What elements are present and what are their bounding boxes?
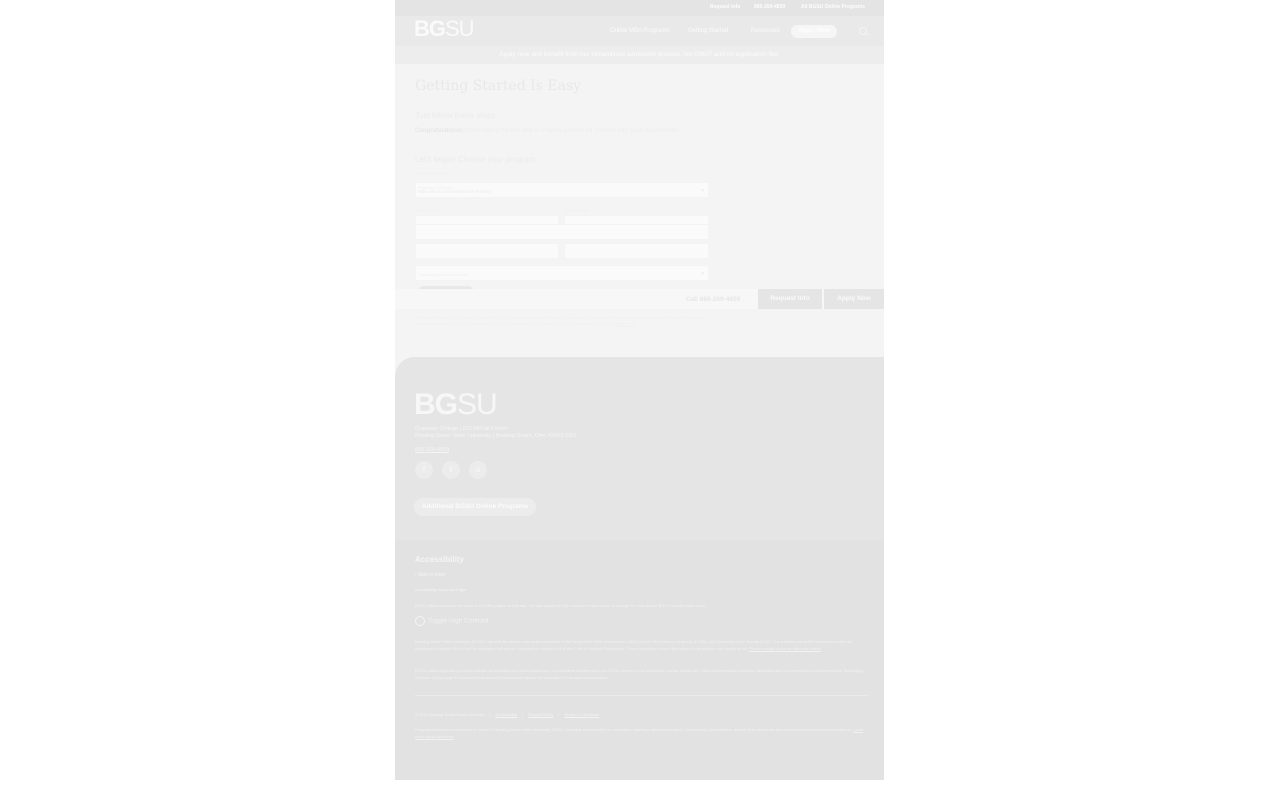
chevron-down-icon: ▾ (701, 271, 704, 277)
utility-phone-link[interactable]: 866-269-4859 (754, 4, 785, 10)
nav-item-online-mba[interactable]: Online MBA Programs (610, 28, 669, 34)
zip-field[interactable] (564, 243, 709, 259)
intro-body: You're taking the first step in shaping … (463, 128, 681, 134)
skip-to-main-link[interactable]: › Skip to main (415, 572, 446, 578)
footer-bgsu-logo[interactable]: BGSU (414, 388, 498, 421)
accessibility-summary: Accessibility Summary Page: (415, 587, 467, 592)
footer-logo-bold: BG (414, 388, 458, 421)
logo-thin-text: SU (445, 16, 475, 41)
additional-programs-button[interactable]: Additional BGSU Online Programs (414, 498, 536, 516)
page-frame: Request Info 866-269-4859 All BGSU Onlin… (395, 0, 884, 780)
notice-text: Program information is provided on behal… (415, 727, 852, 732)
required-note: All fields required (415, 171, 450, 176)
copyright: © 2022 Bowling Green State University (415, 712, 485, 717)
steps-subheading: Just follow these steps. (415, 111, 498, 120)
choose-program-heading: Let's begin! Choose your program: (415, 155, 538, 164)
nav-item-resources[interactable]: Resources (751, 28, 780, 34)
nav-item-getting-started[interactable]: Getting Started (688, 28, 728, 34)
search-icon[interactable] (859, 27, 867, 35)
facebook-icon[interactable]: f (415, 461, 433, 479)
site-footer: BGSU Graduate College | 220 McFall Cente… (395, 357, 884, 780)
chevron-down-icon: ▾ (701, 188, 704, 194)
consent-disclaimer: By submitting this form, I am providing … (415, 316, 707, 327)
utility-all-programs-link[interactable]: All BGSU Online Programs (801, 4, 865, 10)
legal-links-row: © 2022 Bowling Green State University | Ac… (415, 712, 599, 717)
terms-link[interactable]: Terms & Conditions (564, 712, 599, 717)
instagram-icon[interactable]: o (469, 461, 487, 479)
footer-logo-thin: SU (457, 388, 498, 421)
sticky-apply-now-button[interactable]: Apply Now (824, 289, 884, 309)
logo-bold-text: BG (414, 16, 446, 41)
apply-now-nav-button[interactable]: Apply Now (791, 25, 837, 38)
alternate-format-link[interactable]: Please contact us for an alternate forma… (749, 646, 821, 651)
footer-divider (415, 695, 869, 696)
skip-label: Skip to main (418, 572, 446, 578)
utility-request-info-link[interactable]: Request Info (710, 4, 740, 10)
hear-about-label: How did you hear about us?* (418, 272, 470, 277)
twitter-icon[interactable]: t (442, 461, 460, 479)
sticky-request-info-button[interactable]: Request Info (758, 289, 822, 309)
privacy-policy-link[interactable]: Privacy Policy (612, 322, 634, 326)
accessibility-paragraph-3: BGSU values input and provides website a… (415, 668, 864, 680)
privacy-policy-footer-link[interactable]: Privacy Policy (528, 712, 553, 717)
accessibility-heading: Accessibility (415, 555, 464, 564)
accessibility-link[interactable]: Accessibility (495, 712, 517, 717)
bgsu-logo[interactable]: BGSU (414, 16, 475, 41)
footer-address: Graduate College | 220 McFall Center Bow… (415, 426, 577, 439)
intro-text: Congratulations! You're taking the first… (415, 126, 685, 136)
sticky-call-link[interactable]: Call 866-269-4859 (686, 296, 740, 303)
contrast-icon (415, 616, 425, 626)
promo-banner: Apply now and benefit from our streamlin… (395, 46, 884, 64)
contrast-label: Toggle High Contrast (428, 617, 489, 625)
high-contrast-toggle[interactable]: Toggle High Contrast (415, 616, 489, 626)
accessibility-paragraph-2: Bowling Green State University (BGSU) ha… (415, 638, 869, 652)
phone-field[interactable] (415, 243, 559, 259)
intro-bold: Congratulations! (415, 128, 463, 134)
program-value: MBA with a Concentration in Finance (418, 189, 492, 194)
program-select[interactable]: Program of Interest* MBA with a Concentr… (415, 182, 709, 198)
accessibility-paragraph-1: BGSU offers alternative versions of all … (415, 603, 707, 608)
utility-bar: Request Info 866-269-4859 All BGSU Onlin… (395, 0, 884, 16)
address-line-2: Bowling Green State University | Bowling… (415, 432, 578, 439)
first-name-label: First Name* (415, 208, 439, 213)
email-field[interactable] (415, 224, 709, 240)
disclaimer-text: By submitting this form, I am providing … (415, 316, 705, 326)
hear-about-select[interactable]: How did you hear about us?* ▾ (415, 265, 709, 281)
last-name-label: Last Name* (564, 208, 588, 213)
program-notice: Program information is provided on behal… (415, 726, 869, 740)
page-title: Getting Started Is Easy (415, 78, 582, 94)
footer-phone-link[interactable]: 866-269-4859 (415, 447, 449, 453)
